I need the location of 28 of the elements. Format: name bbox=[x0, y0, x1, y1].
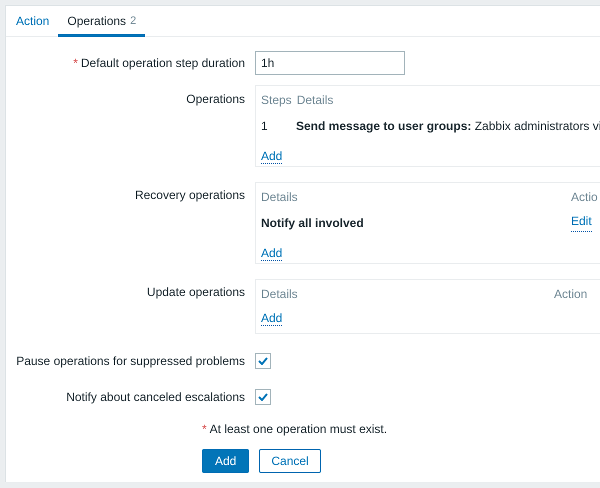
checkbox-label: Notify about canceled escalations bbox=[66, 389, 245, 406]
table-cell-text: 1 bbox=[261, 118, 269, 135]
field-label: Update operations bbox=[146, 284, 245, 301]
field-label: Recovery operations bbox=[134, 187, 245, 204]
tab[interactable]: Operations 2 bbox=[58, 6, 146, 37]
checkmark-icon bbox=[258, 357, 268, 365]
input-field[interactable]: 1h bbox=[255, 51, 405, 75]
column-header: Details bbox=[296, 92, 334, 109]
edit-link[interactable]: Edit bbox=[571, 214, 592, 232]
tab[interactable]: Action bbox=[7, 6, 58, 37]
column-header: Actio bbox=[571, 189, 598, 206]
add-button[interactable]: Add bbox=[202, 449, 250, 473]
checkbox[interactable] bbox=[255, 353, 271, 369]
field-label: Operations bbox=[186, 91, 245, 108]
column-header: Details bbox=[261, 286, 299, 303]
add-link[interactable]: Add bbox=[261, 149, 282, 164]
column-header: Action bbox=[554, 286, 588, 303]
checkbox[interactable] bbox=[255, 389, 271, 405]
table-cell-text: Notify all involved bbox=[261, 215, 365, 232]
field-label: * Default operation step duration bbox=[73, 55, 245, 72]
add-link[interactable]: Add bbox=[261, 311, 282, 326]
column-header: Details bbox=[261, 189, 299, 206]
checkbox-label: Pause operations for suppressed problems bbox=[16, 353, 245, 370]
add-link[interactable]: Add bbox=[261, 246, 282, 261]
column-header: Steps bbox=[261, 92, 292, 109]
required-note: * At least one operation must exist. bbox=[202, 422, 388, 436]
cancel-button[interactable]: Cancel bbox=[259, 449, 321, 473]
checkmark-icon bbox=[258, 393, 268, 401]
